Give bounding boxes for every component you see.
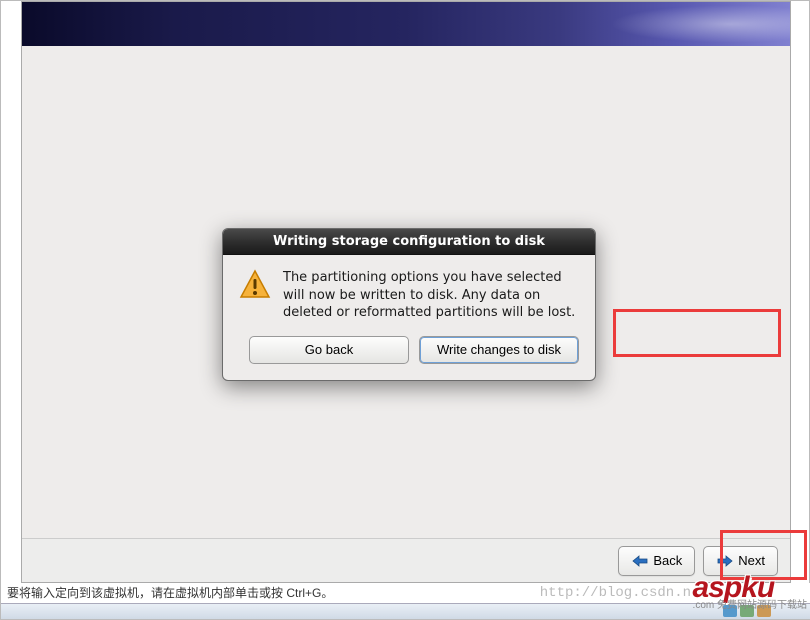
installer-footer: Back Next [22, 538, 790, 582]
brand-sub: .com 免费网站源码下载站 [693, 601, 807, 611]
vm-statusbar: 要将输入定向到该虚拟机，请在虚拟机内部单击或按 Ctrl+G。 http://b… [1, 583, 810, 619]
dialog-message: The partitioning options you have select… [283, 269, 579, 322]
warning-icon [239, 269, 271, 301]
go-back-button[interactable]: Go back [249, 336, 409, 364]
installer-window: Writing storage configuration to disk Th… [21, 1, 791, 583]
dialog-buttons: Go back Write changes to disk [223, 328, 595, 380]
arrow-right-icon [716, 554, 734, 568]
installer-body: Writing storage configuration to disk Th… [22, 46, 790, 538]
header-banner [22, 2, 790, 46]
write-changes-label: Write changes to disk [437, 342, 561, 357]
go-back-label: Go back [305, 342, 353, 357]
vm-hint-text: 要将输入定向到该虚拟机，请在虚拟机内部单击或按 Ctrl+G。 [7, 584, 333, 601]
host-taskbar [1, 603, 810, 619]
watermark-brand: aspku .com 免费网站源码下载站 [693, 573, 807, 611]
next-label: Next [738, 553, 765, 568]
dialog-body: The partitioning options you have select… [223, 255, 595, 328]
back-label: Back [653, 553, 682, 568]
back-button[interactable]: Back [618, 546, 695, 576]
dialog-title: Writing storage configuration to disk [223, 229, 595, 255]
confirm-dialog: Writing storage configuration to disk Th… [222, 228, 596, 381]
write-changes-button[interactable]: Write changes to disk [419, 336, 579, 364]
watermark-url: http://blog.csdn.n [540, 585, 691, 601]
window-frame: Writing storage configuration to disk Th… [0, 0, 810, 620]
dialog-title-text: Writing storage configuration to disk [273, 234, 545, 249]
arrow-left-icon [631, 554, 649, 568]
